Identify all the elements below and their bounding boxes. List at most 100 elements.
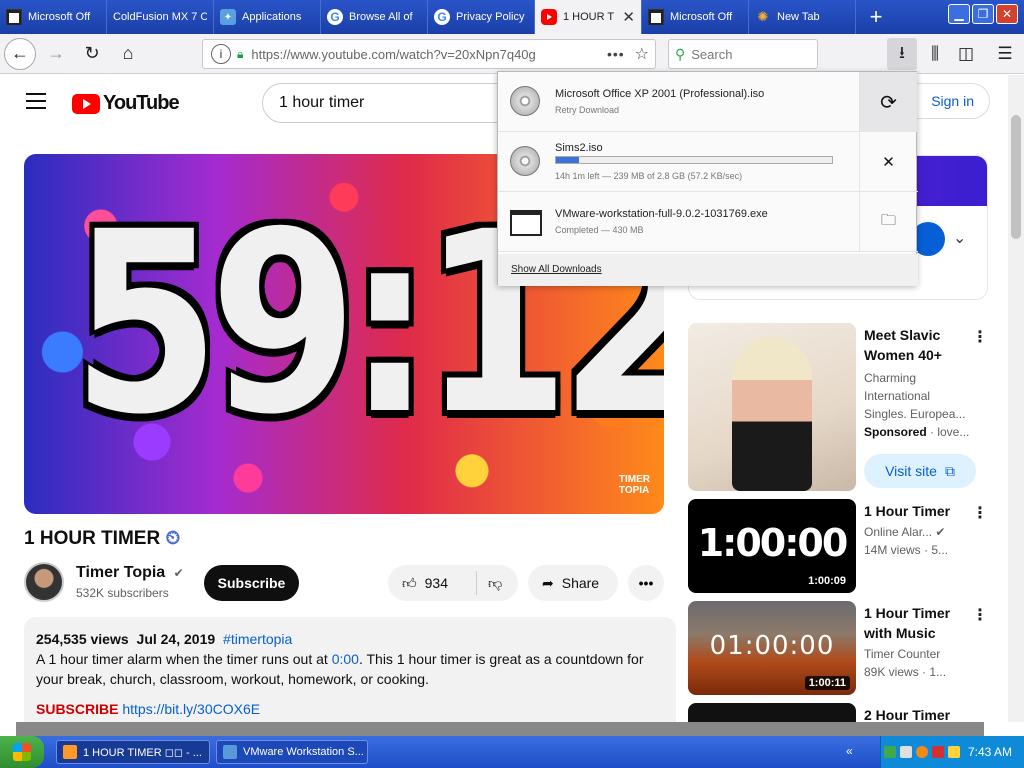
- sponsored-label: Sponsored: [864, 425, 927, 439]
- youtube-wordmark: YouTube: [103, 92, 180, 114]
- channel-name[interactable]: Timer Topia ✔: [76, 564, 184, 582]
- shield-icon[interactable]: [947, 746, 960, 758]
- tab-youtube-active[interactable]: 1 HOUR T ✕: [535, 0, 642, 34]
- youtube-search-input[interactable]: 1 hour timer: [262, 83, 532, 123]
- reload-button[interactable]: ↻: [76, 38, 108, 70]
- upload-date: Jul 24, 2019: [136, 631, 216, 647]
- recommendation-item[interactable]: 1:00:00 1:00:09 1 Hour Timer Online Alar…: [688, 499, 998, 595]
- subscribe-link[interactable]: https://bit.ly/30COX6E: [122, 701, 260, 717]
- channel-avatar[interactable]: [24, 562, 64, 602]
- horizontal-scrollbar[interactable]: [16, 722, 984, 736]
- visit-site-button[interactable]: Visit site ⧉: [864, 454, 976, 488]
- retry-download-button[interactable]: ⟳: [859, 72, 917, 132]
- close-tab-icon[interactable]: ✕: [622, 8, 635, 26]
- guide-menu-icon[interactable]: [26, 93, 46, 114]
- firefox-icon: ✺: [757, 9, 769, 24]
- recommendation-title[interactable]: 2 Hour Timer: [864, 705, 974, 722]
- new-tab-button[interactable]: +: [856, 0, 896, 34]
- search-tray-icon[interactable]: [915, 746, 928, 758]
- video-thumbnail[interactable]: [688, 703, 856, 722]
- subscribe-line: SUBSCRIBE https://bit.ly/30COX6E: [36, 699, 664, 719]
- network-icon[interactable]: [883, 746, 896, 758]
- taskbar-item-vmware[interactable]: VMware Workstation S...: [216, 740, 368, 764]
- downloads-button[interactable]: ⭳: [887, 38, 917, 70]
- recommendation-title[interactable]: 1 Hour Timer with Music: [864, 603, 974, 643]
- view-count: 89K views: [864, 665, 919, 679]
- like-button[interactable]: 👍︎ 934 👎︎: [388, 565, 518, 601]
- tab-microsoft-office[interactable]: Microsoft Off: [0, 0, 107, 34]
- recommendation-ad[interactable]: Meet Slavic Women 40+ Charming Internati…: [688, 323, 998, 493]
- view-count: 14M views: [864, 543, 921, 557]
- taskbar-expand-icon[interactable]: «: [846, 744, 853, 758]
- cancel-download-button[interactable]: ✕: [859, 132, 917, 192]
- recommendation-title[interactable]: Meet Slavic Women 40+: [864, 325, 974, 365]
- start-button[interactable]: [0, 736, 44, 768]
- search-bar[interactable]: ⚲ Search: [668, 39, 818, 69]
- more-vertical-icon[interactable]: ⋮: [972, 605, 988, 625]
- library-button[interactable]: ⫼: [920, 38, 950, 70]
- antivirus-icon[interactable]: [931, 746, 944, 758]
- timestamp-link[interactable]: 0:00: [332, 651, 359, 667]
- menu-button[interactable]: ☰: [990, 38, 1020, 70]
- info-icon[interactable]: i: [211, 44, 231, 64]
- subscriber-count: 532K subscribers: [76, 586, 169, 600]
- hamburger-menu-icon: ☰: [997, 44, 1013, 63]
- ad-thumbnail[interactable]: [688, 323, 856, 491]
- bookmark-star-icon[interactable]: ☆: [635, 44, 649, 64]
- home-button[interactable]: ⌂: [112, 38, 144, 70]
- subscribe-button[interactable]: Subscribe: [204, 565, 299, 601]
- recommendation-item[interactable]: 01:00:00 1:00:11 1 Hour Timer with Music…: [688, 601, 998, 697]
- download-arrow-icon: ⭳: [899, 42, 905, 62]
- more-horizontal-icon: •••: [638, 575, 654, 591]
- minimize-icon[interactable]: ▁: [948, 4, 970, 24]
- library-icon: ⫼: [931, 44, 939, 63]
- back-button[interactable]: ←: [4, 37, 36, 70]
- firefox-icon: [63, 745, 77, 759]
- download-filename: VMware-workstation-full-9.0.2-1031769.ex…: [555, 208, 768, 220]
- page-actions-icon[interactable]: •••: [607, 46, 625, 62]
- video-description[interactable]: 254,535 views Jul 24, 2019 #timertopia A…: [24, 617, 676, 722]
- sidebar-button[interactable]: ◫: [951, 38, 981, 70]
- tab-coldfusion[interactable]: ColdFusion MX 7 C: [107, 0, 214, 34]
- thumbnail-text: 1:00:00: [697, 521, 849, 565]
- visit-site-label: Visit site: [885, 463, 937, 479]
- taskbar-item-label: 1 HOUR TIMER ◻◻ - ...: [83, 746, 202, 759]
- forward-button[interactable]: →: [40, 38, 72, 70]
- recommendation-views: 89K views · 1...: [864, 663, 974, 681]
- video-thumbnail[interactable]: 1:00:00 1:00:09: [688, 499, 856, 593]
- chevron-down-icon[interactable]: ⌄: [953, 228, 966, 248]
- maximize-icon[interactable]: ❐: [972, 4, 994, 24]
- page-scrollbar[interactable]: [1008, 75, 1024, 722]
- open-folder-button[interactable]: 🗀: [859, 192, 917, 252]
- more-vertical-icon[interactable]: ⋮: [972, 503, 988, 523]
- thumbs-down-icon[interactable]: 👎︎: [488, 575, 502, 592]
- recommendation-title[interactable]: 1 Hour Timer: [864, 501, 974, 521]
- tab-new-tab[interactable]: ✺ New Tab: [749, 0, 856, 34]
- video-thumbnail[interactable]: 01:00:00 1:00:11: [688, 601, 856, 695]
- hashtag-link[interactable]: #timertopia: [223, 631, 292, 647]
- tab-applications[interactable]: ✦ Applications: [214, 0, 321, 34]
- scrollbar-thumb[interactable]: [1011, 115, 1021, 239]
- volume-icon[interactable]: [899, 746, 912, 758]
- taskbar-item-firefox[interactable]: 1 HOUR TIMER ◻◻ - ...: [56, 740, 210, 764]
- subscribe-line-label: SUBSCRIBE: [36, 701, 119, 717]
- url-text[interactable]: https://www.youtube.com/watch?v=20xNpn7q…: [251, 47, 607, 62]
- share-button[interactable]: ➦ Share: [528, 565, 618, 601]
- close-window-icon[interactable]: ✕: [996, 4, 1018, 24]
- more-actions-button[interactable]: •••: [628, 565, 664, 601]
- recommendation-line: Singles. Europea...: [864, 407, 966, 421]
- youtube-logo[interactable]: YouTube: [72, 92, 180, 115]
- lock-icon[interactable]: 🔒︎: [237, 47, 243, 62]
- recommendation-item[interactable]: 2 Hour Timer: [688, 703, 998, 722]
- tab-privacy-policy[interactable]: G Privacy Policy: [428, 0, 535, 34]
- disc-icon: [510, 86, 542, 118]
- download-item[interactable]: Sims2.iso 14h 1m left — 239 MB of 2.8 GB…: [498, 132, 918, 192]
- more-vertical-icon[interactable]: ⋮: [972, 327, 988, 347]
- download-item[interactable]: VMware-workstation-full-9.0.2-1031769.ex…: [498, 192, 918, 252]
- tab-microsoft-office-2[interactable]: Microsoft Off: [642, 0, 749, 34]
- like-count: 934: [424, 575, 448, 591]
- url-bar[interactable]: i 🔒︎ https://www.youtube.com/watch?v=20x…: [202, 39, 656, 69]
- tab-browse-all[interactable]: G Browse All of: [321, 0, 428, 34]
- show-all-downloads-button[interactable]: Show All Downloads: [498, 254, 918, 286]
- download-item[interactable]: Microsoft Office XP 2001 (Professional).…: [498, 72, 918, 132]
